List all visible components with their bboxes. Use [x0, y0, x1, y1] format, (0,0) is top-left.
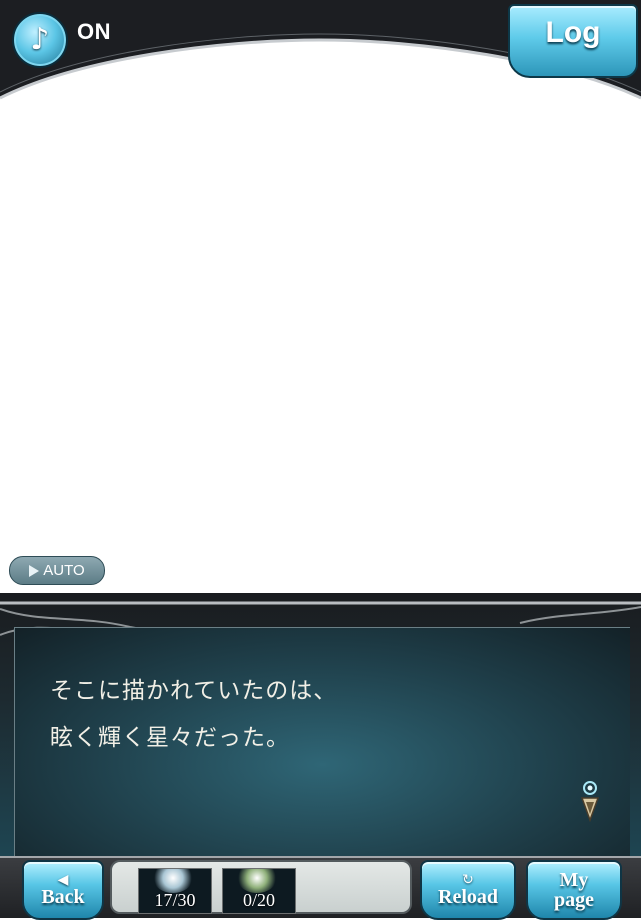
bp-gauge: 0/20: [222, 868, 296, 914]
auto-play-button[interactable]: AUTO: [9, 556, 105, 585]
auto-play-label: AUTO: [43, 562, 85, 579]
back-button-label: Back: [41, 886, 85, 908]
dialogue-text: そこに描かれていたのは、 眩く輝く星々だった。: [50, 668, 570, 762]
back-button[interactable]: ◀ Back: [22, 860, 104, 920]
bottom-nav-bar: ◀ Back 17/30 0/20 ↻ Reload My page: [0, 856, 641, 920]
music-note-icon: ♪: [30, 22, 50, 57]
stamina-panel: 17/30 0/20: [110, 860, 412, 914]
music-toggle-button[interactable]: ♪: [12, 12, 68, 68]
music-state-label: ON: [77, 19, 111, 44]
my-page-label-line1: My: [559, 869, 589, 891]
reload-button[interactable]: ↻ Reload: [420, 860, 516, 920]
bp-count: 0/20: [242, 890, 275, 910]
arrow-left-icon: ◀: [57, 872, 69, 888]
top-bar: ♪ ON Log: [0, 0, 641, 100]
reload-button-label: Reload: [438, 886, 498, 908]
ap-count: 17/30: [154, 890, 196, 910]
refresh-icon: ↻: [462, 872, 474, 888]
my-page-label-line2: page: [554, 889, 594, 911]
next-page-indicator-icon: [580, 781, 600, 822]
log-button-label: Log: [545, 16, 601, 49]
log-button[interactable]: Log: [508, 4, 638, 78]
play-triangle-icon: [29, 564, 40, 577]
my-page-button[interactable]: My page: [526, 860, 622, 920]
dialogue-line-1: そこに描かれていたのは、: [50, 678, 338, 704]
ap-gauge: 17/30: [138, 868, 212, 914]
dialogue-line-2: 眩く輝く星々だった。: [50, 725, 290, 751]
